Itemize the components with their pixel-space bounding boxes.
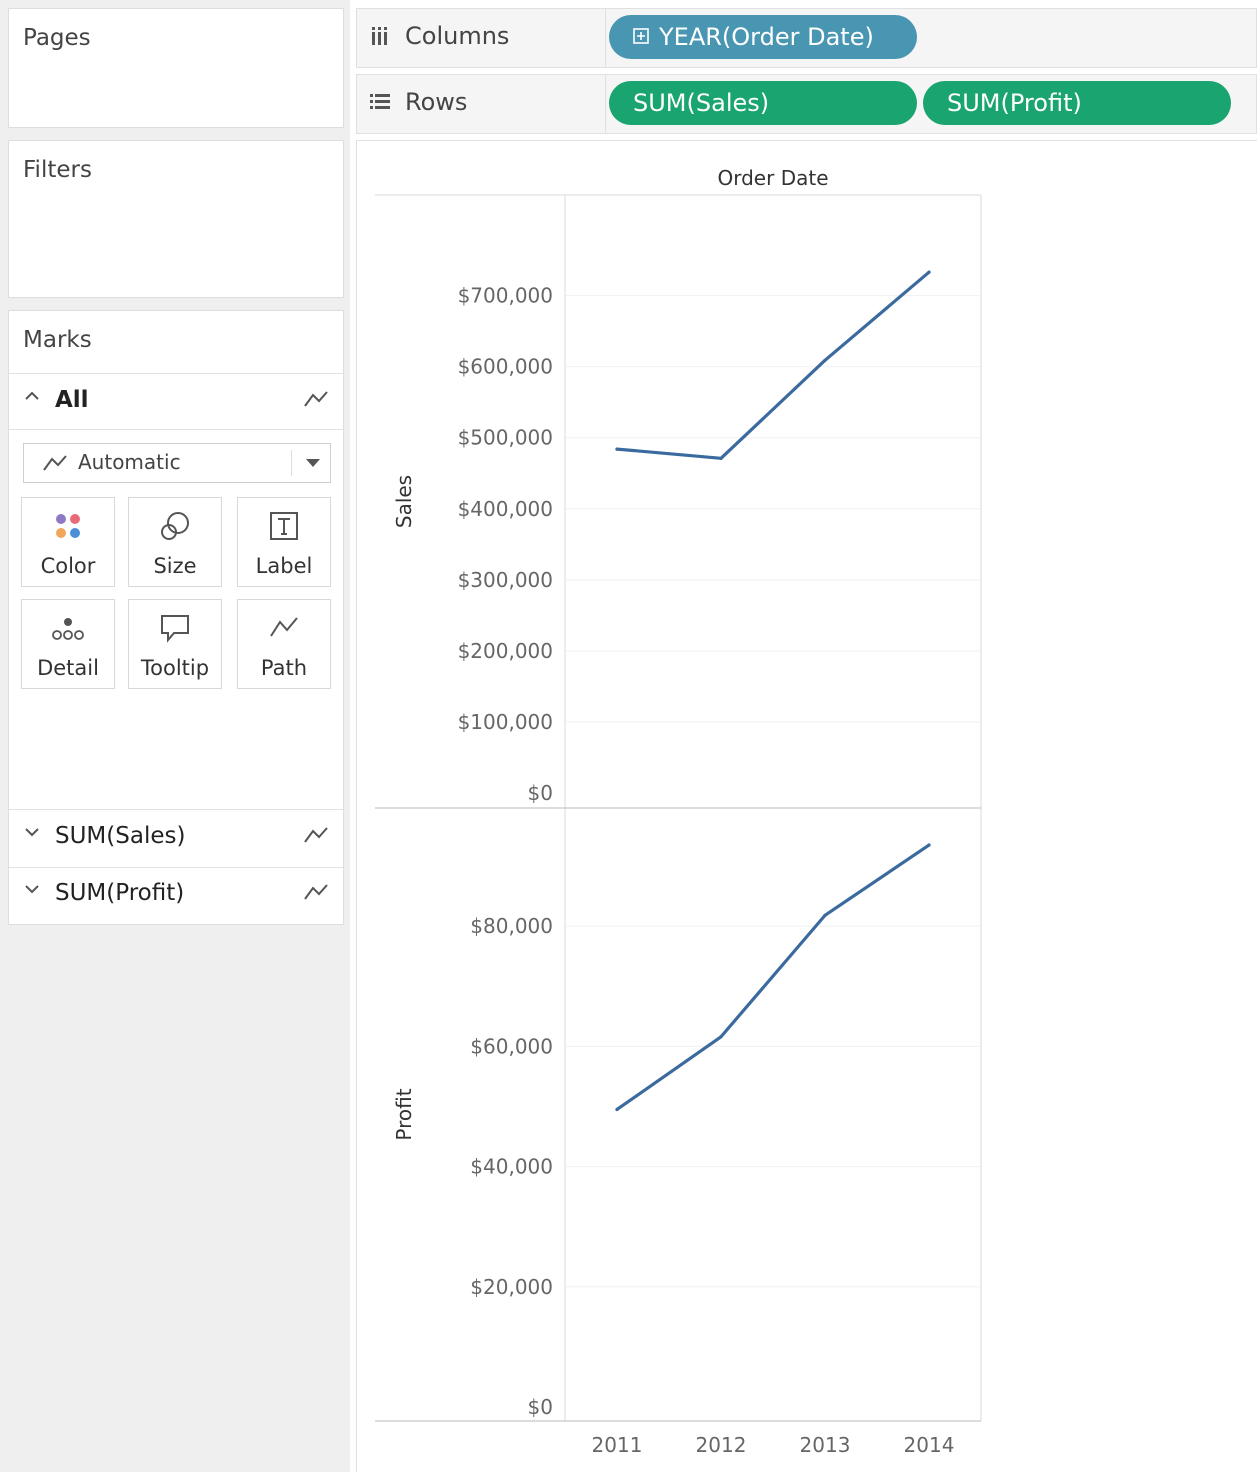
pages-card[interactable]: Pages <box>8 8 344 128</box>
y-tick-label: $0 <box>528 1395 553 1419</box>
divider <box>9 809 343 810</box>
size-icon <box>129 510 221 542</box>
rows-shelf[interactable]: Rows SUM(Sales) SUM(Profit) <box>356 74 1257 134</box>
chevron-down-icon[interactable] <box>306 459 320 467</box>
y-tick-label: $200,000 <box>458 639 553 663</box>
sum-sales-pill[interactable]: SUM(Sales) <box>609 81 917 125</box>
x-tick-label: 2012 <box>696 1433 747 1457</box>
tooltip-label: Tooltip <box>140 656 210 680</box>
data-point <box>615 447 619 451</box>
chart-title: Order Date <box>718 166 829 190</box>
mark-type-dropdown[interactable]: Automatic <box>23 443 331 483</box>
tooltip-button[interactable]: Tooltip <box>128 599 222 689</box>
color-label: Color <box>40 554 96 578</box>
y-tick-label: $20,000 <box>470 1275 553 1299</box>
rows-label: Rows <box>405 88 468 116</box>
marks-all-row[interactable]: All <box>9 375 343 431</box>
columns-label: Columns <box>405 22 510 50</box>
data-point <box>927 843 931 847</box>
year-order-date-pill[interactable]: YEAR(Order Date) <box>609 15 917 59</box>
y-tick-label: $500,000 <box>458 426 553 450</box>
detail-button[interactable]: Detail <box>21 599 115 689</box>
filters-title: Filters <box>23 157 92 183</box>
y-tick-label: $600,000 <box>458 355 553 379</box>
color-button[interactable]: Color <box>21 497 115 587</box>
measure-card-label: SUM(Profit) <box>55 880 185 906</box>
chart-view: Order Date $0 $100,000 $200,000 $300,000 $400… <box>356 140 1257 1472</box>
line-mark-icon <box>303 882 329 906</box>
rows-icon <box>369 91 391 117</box>
x-tick-label: 2013 <box>800 1433 851 1457</box>
y-tick-label: $300,000 <box>458 568 553 592</box>
divider <box>9 373 343 374</box>
filters-card[interactable]: Filters <box>8 140 344 298</box>
tooltip-icon <box>129 612 221 644</box>
line-mark-icon <box>303 389 329 413</box>
label-label: Label <box>255 554 313 578</box>
marks-all-label: All <box>55 387 89 413</box>
marks-card: Marks All Automatic Color Size Label Det… <box>8 310 344 925</box>
measure-card-label: SUM(Sales) <box>55 823 186 849</box>
divider <box>291 450 292 476</box>
y-tick-label: $0 <box>528 781 553 805</box>
path-label: Path <box>260 656 308 680</box>
chevron-down-icon[interactable] <box>23 880 41 903</box>
chart-svg: Order Date $0 $100,000 $200,000 $300,000 $400… <box>375 166 982 1457</box>
size-label: Size <box>153 554 197 578</box>
size-button[interactable]: Size <box>128 497 222 587</box>
divider <box>605 75 606 133</box>
y-tick-label: $80,000 <box>470 914 553 938</box>
y-tick-label: $100,000 <box>458 710 553 734</box>
sum-profit-pill[interactable]: SUM(Profit) <box>923 81 1231 125</box>
y-tick-label: $60,000 <box>470 1034 553 1058</box>
path-button[interactable]: Path <box>237 599 331 689</box>
mark-type-value: Automatic <box>78 450 181 474</box>
path-icon <box>238 612 330 644</box>
x-tick-label: 2011 <box>592 1433 643 1457</box>
marks-title: Marks <box>23 327 92 353</box>
data-point <box>719 1035 723 1039</box>
detail-icon <box>22 612 114 644</box>
expand-icon[interactable] <box>633 14 649 58</box>
color-icon <box>22 510 114 542</box>
line-mark-icon <box>42 453 68 477</box>
divider <box>605 9 606 67</box>
y-tick-label: $400,000 <box>458 497 553 521</box>
data-point <box>615 1107 619 1112</box>
chevron-up-icon[interactable] <box>23 387 41 410</box>
columns-shelf[interactable]: Columns YEAR(Order Date) <box>356 8 1257 68</box>
pill-label: SUM(Profit) <box>947 89 1082 117</box>
data-point <box>927 270 931 274</box>
pages-title: Pages <box>23 25 91 51</box>
data-point <box>823 358 827 362</box>
y-tick-label: $700,000 <box>458 284 553 308</box>
x-tick-label: 2014 <box>904 1433 955 1457</box>
measure-card-sales[interactable]: SUM(Sales) <box>9 811 343 867</box>
measure-card-profit[interactable]: SUM(Profit) <box>9 868 343 924</box>
label-button[interactable]: Label <box>237 497 331 587</box>
line-mark-icon <box>303 825 329 849</box>
columns-icon <box>369 25 391 51</box>
divider <box>9 429 343 430</box>
y-axis-title: Sales <box>392 475 416 528</box>
pill-label: SUM(Sales) <box>633 89 770 117</box>
label-icon <box>238 510 330 542</box>
series-line <box>615 270 931 460</box>
y-tick-label: $40,000 <box>470 1155 553 1179</box>
data-point <box>719 456 723 460</box>
y-axis-title: Profit <box>392 1088 416 1140</box>
detail-label: Detail <box>37 656 99 680</box>
series-line <box>615 843 931 1112</box>
data-point <box>823 913 827 917</box>
chevron-down-icon[interactable] <box>23 823 41 846</box>
pill-label: YEAR(Order Date) <box>659 23 874 51</box>
